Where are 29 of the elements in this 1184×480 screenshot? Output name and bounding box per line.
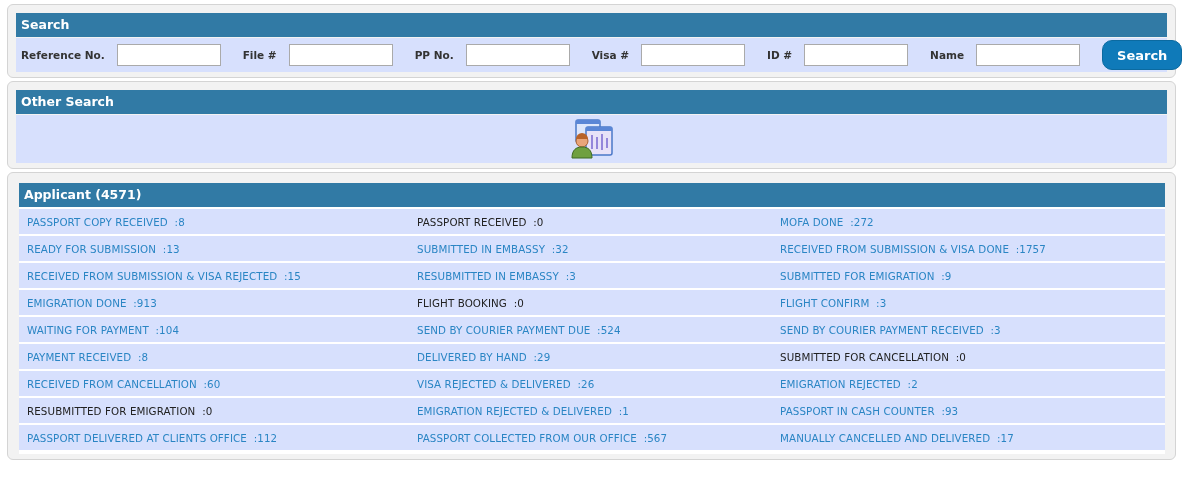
field-label: Reference No. <box>21 49 105 61</box>
panel-header: Search <box>16 13 1167 37</box>
field-label: File # <box>242 49 277 61</box>
input-field[interactable] <box>804 44 909 66</box>
input-field[interactable] <box>288 44 393 66</box>
user-report-icon[interactable] <box>569 119 614 159</box>
status-link[interactable]: EMIGRATION DONE :913 <box>27 296 157 309</box>
field-label: PP No. <box>414 49 454 61</box>
status-link[interactable]: PAYMENT RECEIVED :8 <box>27 350 149 363</box>
status-link: RESUBMITTED FOR EMIGRATION :0 <box>27 404 213 417</box>
field-label: Name <box>930 49 965 61</box>
status-link[interactable]: EMIGRATION REJECTED :2 <box>780 377 918 390</box>
input-field[interactable] <box>641 44 745 66</box>
status-link[interactable]: MOFA DONE :272 <box>780 215 874 228</box>
input-field[interactable] <box>116 44 221 66</box>
status-link: SUBMITTED FOR CANCELLATION :0 <box>780 350 966 363</box>
status-link[interactable]: DELIVERED BY HAND :29 <box>417 350 551 363</box>
panel-header: Other Search <box>16 90 1167 114</box>
input-field[interactable] <box>465 44 570 66</box>
input-field[interactable] <box>976 44 1081 66</box>
status-link[interactable]: WAITING FOR PAYMENT :104 <box>27 323 180 336</box>
status-link[interactable]: READY FOR SUBMISSION :13 <box>27 242 180 255</box>
panel-header: Applicant (4571) <box>19 183 1165 207</box>
search-button[interactable]: Search <box>1102 40 1183 70</box>
status-link[interactable]: FLIGHT CONFIRM :3 <box>780 296 887 309</box>
status-link: FLIGHT BOOKING :0 <box>417 296 524 309</box>
field-label: Visa # <box>591 49 629 61</box>
field-label: ID # <box>767 49 793 61</box>
status-link: PASSPORT RECEIVED :0 <box>417 215 544 228</box>
